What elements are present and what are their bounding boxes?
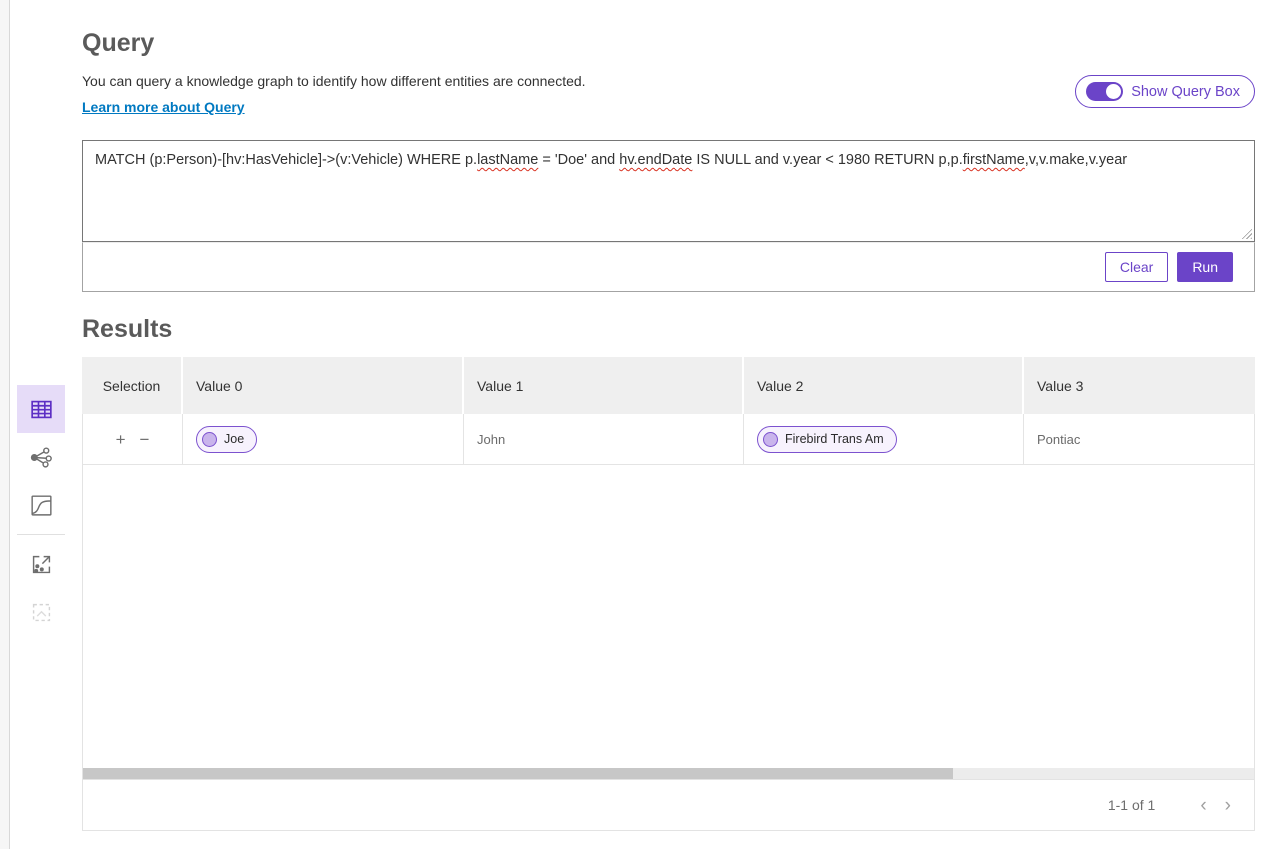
sidebar-item-add-to-map[interactable]: [17, 588, 65, 636]
selection-cell: + −: [83, 414, 182, 464]
sidebar-item-map-view[interactable]: [17, 481, 65, 529]
add-to-link-chart-icon: [30, 553, 53, 576]
learn-more-link[interactable]: Learn more about Query: [82, 99, 245, 115]
results-panel: Selection Value 0 Value 1 Value 2 Value …: [82, 358, 1255, 831]
add-to-map-icon: [30, 601, 53, 624]
results-view-toolbar: [17, 385, 65, 636]
sidebar-item-link-chart-view[interactable]: [17, 433, 65, 481]
column-header-selection: Selection: [82, 357, 181, 414]
horizontal-scrollbar-thumb[interactable]: [83, 768, 953, 779]
page-title: Query: [82, 28, 1255, 58]
value3-cell: Pontiac: [1023, 414, 1254, 464]
results-footer: 1-1 of 1 ‹ ›: [83, 779, 1254, 830]
sidebar-divider: [17, 534, 65, 535]
sidebar-item-table-view[interactable]: [17, 385, 65, 433]
sidebar-item-add-to-link-chart[interactable]: [17, 540, 65, 588]
column-header-value3: Value 3: [1022, 357, 1255, 414]
value2-cell: Firebird Trans Am: [743, 414, 1023, 464]
textarea-resize-handle[interactable]: [1239, 226, 1252, 239]
previous-page-button[interactable]: ‹: [1191, 796, 1215, 815]
run-button[interactable]: Run: [1177, 252, 1233, 282]
query-widget: Query You can query a knowledge graph to…: [82, 0, 1255, 849]
next-page-button[interactable]: ›: [1216, 796, 1240, 815]
table-header-row: Selection Value 0 Value 1 Value 2 Value …: [82, 357, 1255, 414]
value1-cell: John: [463, 414, 743, 464]
entity-dot-icon: [763, 432, 778, 447]
results-title: Results: [82, 314, 172, 344]
entity-chip-label: Joe: [224, 432, 244, 446]
entity-chip-label: Firebird Trans Am: [785, 432, 884, 446]
clear-button[interactable]: Clear: [1105, 252, 1168, 282]
entity-chip-person[interactable]: Joe: [196, 426, 257, 453]
link-chart-icon: [30, 446, 53, 469]
left-gutter-divider: [0, 0, 10, 849]
toggle-label: Show Query Box: [1131, 84, 1240, 100]
show-query-box-toggle[interactable]: Show Query Box: [1075, 75, 1255, 108]
remove-selection-button[interactable]: −: [140, 431, 150, 448]
table-row: + − Joe John Firebird Trans Am Pontiac: [83, 414, 1254, 465]
table-icon: [30, 398, 53, 421]
column-header-value1: Value 1: [462, 357, 742, 414]
add-selection-button[interactable]: +: [116, 431, 126, 448]
entity-chip-vehicle[interactable]: Firebird Trans Am: [757, 426, 897, 453]
value0-cell: Joe: [182, 414, 463, 464]
query-footer: Clear Run: [82, 242, 1255, 292]
column-header-value2: Value 2: [742, 357, 1022, 414]
pagination-range-label: 1-1 of 1: [1108, 797, 1155, 813]
map-icon: [30, 494, 53, 517]
horizontal-scrollbar[interactable]: [83, 768, 1254, 779]
column-header-value0: Value 0: [181, 357, 462, 414]
entity-dot-icon: [202, 432, 217, 447]
query-panel: MATCH (p:Person)-[hv:HasVehicle]->(v:Veh…: [82, 140, 1255, 292]
query-input[interactable]: MATCH (p:Person)-[hv:HasVehicle]->(v:Veh…: [82, 140, 1255, 242]
toggle-switch-icon: [1086, 82, 1123, 101]
